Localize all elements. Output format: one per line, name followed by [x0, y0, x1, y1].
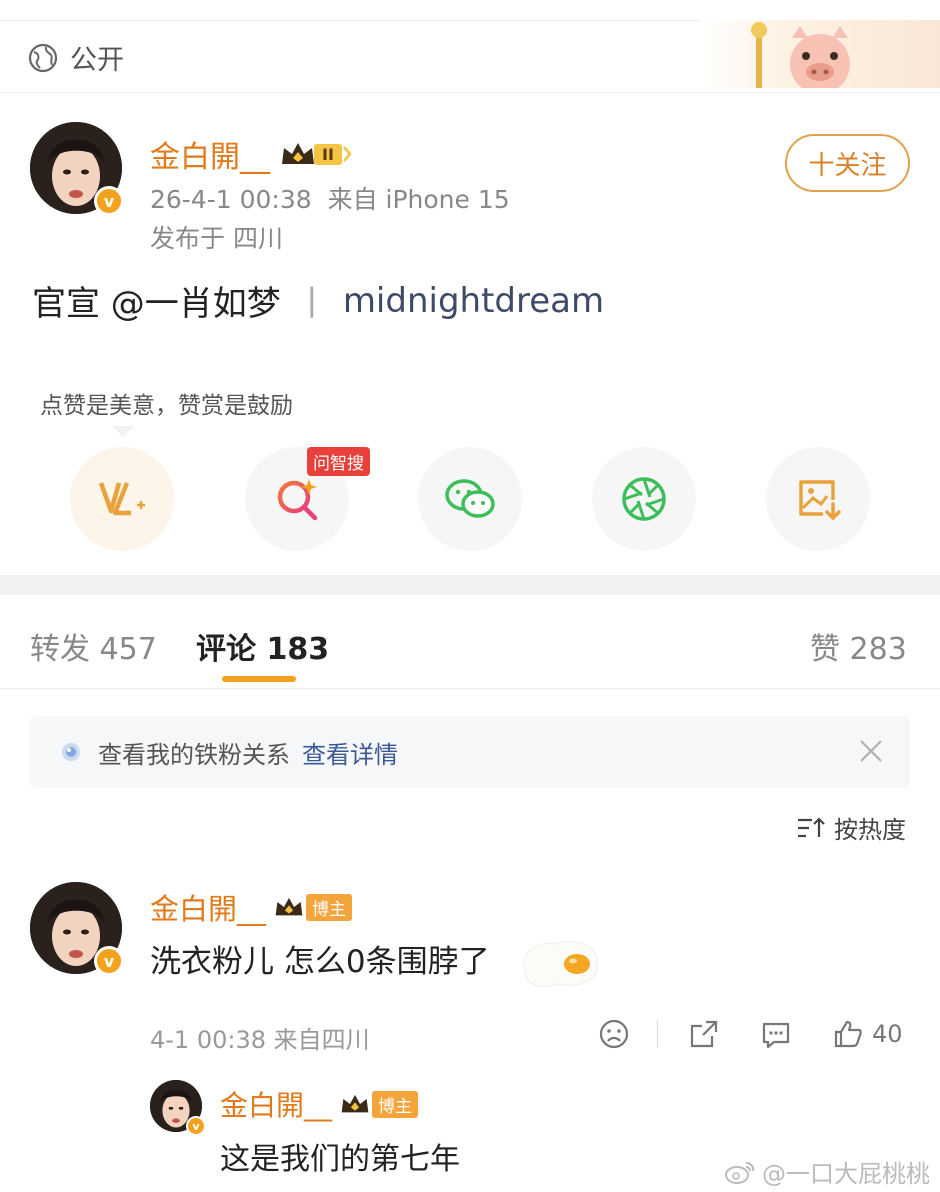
section-divider [0, 92, 940, 93]
reply-author-name[interactable]: 金白開__ [220, 1084, 332, 1124]
fan-relation-bar: 查看我的铁粉关系 查看详情 [30, 716, 910, 788]
comment-share-button[interactable] [688, 1016, 720, 1052]
fan-relation-link[interactable]: 查看详情 [302, 735, 398, 770]
reply-text: 这是我们的第七年 [220, 1142, 460, 1177]
wechat-share-button[interactable] [418, 447, 522, 551]
host-badge: 博主 [340, 1090, 419, 1118]
thumbs-up-icon [834, 1020, 862, 1048]
watermark: @一口大屁桃桃 [724, 1154, 930, 1189]
verified-badge-icon: v [94, 186, 124, 216]
host-badge-label: 博主 [372, 1090, 419, 1118]
tab-repost-label: 转发 [30, 632, 90, 667]
fried-egg-emoji-icon [523, 940, 598, 987]
reply-button[interactable] [760, 1016, 792, 1052]
post-link[interactable]: midnightdream [343, 281, 604, 321]
pig-mascot-icon [751, 22, 850, 88]
sort-label: 按热度 [834, 816, 906, 844]
save-image-button[interactable] [766, 447, 870, 551]
sort-icon [798, 816, 825, 837]
weibo-logo-icon [725, 1161, 755, 1184]
reply-author-row: 金白開__ 博主 [220, 1084, 419, 1124]
comment-text: 洗衣粉儿 怎么0条围脖了 [150, 944, 490, 980]
visibility-indicator[interactable]: 公开 [28, 38, 124, 77]
reply-avatar[interactable]: v [150, 1080, 206, 1136]
crown-icon [341, 1094, 369, 1113]
post-author-row: 金白開__ II [150, 132, 352, 176]
active-tab-indicator [222, 676, 296, 682]
comment-like-count: 40 [872, 1020, 903, 1048]
fan-relation-text: 查看我的铁粉关系 [98, 740, 290, 769]
section-gap [0, 575, 940, 595]
tab-comment-label: 评论 [196, 632, 256, 667]
sad-face-icon [599, 1019, 629, 1049]
post-time: 26-4-1 00:38 [150, 185, 312, 214]
author-avatar[interactable]: v [30, 122, 124, 216]
level-badge-text: II [314, 143, 342, 165]
tab-like-count: 283 [849, 632, 907, 667]
comment-like-button[interactable]: 40 [832, 1016, 903, 1052]
watermark-text: @一口大屁桃桃 [762, 1160, 930, 1188]
decorative-banner [700, 20, 940, 88]
comment-author-row: 金白開__ 博主 [150, 886, 353, 928]
post-meta: 26-4-1 00:38 来自 iPhone 15 [150, 180, 510, 216]
tab-comment-count: 183 [266, 632, 330, 667]
diamond-icon [62, 743, 80, 761]
visibility-label: 公开 [70, 45, 124, 76]
tab-like[interactable]: 赞 283 [810, 624, 907, 668]
comment-meta: 4-1 00:38 来自四川 [150, 1026, 370, 1054]
support-button[interactable] [70, 447, 174, 551]
member-level-badge[interactable]: II [280, 140, 352, 168]
comment-bubble-icon [762, 1022, 790, 1049]
post-author-name[interactable]: 金白開__ [150, 132, 270, 176]
ai-search-icon [277, 479, 318, 521]
ai-search-badge: 问智搜 [307, 447, 370, 476]
chevron-right-icon [342, 146, 352, 162]
tab-repost[interactable]: 转发 457 [30, 624, 157, 668]
moments-share-button[interactable] [592, 447, 696, 551]
moments-icon [622, 477, 666, 521]
tab-repost-count: 457 [99, 632, 157, 667]
globe-icon [28, 43, 58, 72]
sort-toggle[interactable]: 按热度 [796, 810, 906, 845]
comment-avatar[interactable]: v [30, 882, 124, 976]
post-location: 发布于 四川 [150, 224, 283, 253]
crown-icon [282, 143, 314, 164]
tab-comment[interactable]: 评论 183 [196, 624, 329, 668]
dislike-button[interactable] [598, 1016, 630, 1052]
follow-button[interactable]: 十关注 [785, 134, 910, 192]
host-badge: 博主 [274, 893, 353, 921]
support-icon [98, 482, 145, 516]
verified-badge-icon: v [186, 1116, 206, 1136]
comment-author-name[interactable]: 金白開__ [150, 886, 266, 928]
post-source: 来自 iPhone 15 [327, 185, 510, 214]
host-badge-label: 博主 [306, 893, 353, 921]
tip-pointer [112, 426, 134, 437]
save-image-icon [799, 480, 841, 521]
action-separator [657, 1020, 658, 1048]
wechat-icon [445, 479, 495, 518]
tab-divider [0, 688, 940, 689]
post-separator: 丨 [294, 284, 329, 324]
post-content: 官宣 @一肖如梦 丨 midnightdream [32, 276, 604, 325]
reward-tip: 点赞是美意，赞赏是鼓励 [28, 378, 305, 428]
tab-like-label: 赞 [810, 632, 840, 667]
close-icon[interactable] [858, 738, 884, 764]
crown-icon [275, 897, 303, 916]
post-mention[interactable]: 官宣 @一肖如梦 [32, 276, 281, 325]
verified-badge-icon: v [94, 946, 124, 976]
share-icon [690, 1020, 718, 1048]
